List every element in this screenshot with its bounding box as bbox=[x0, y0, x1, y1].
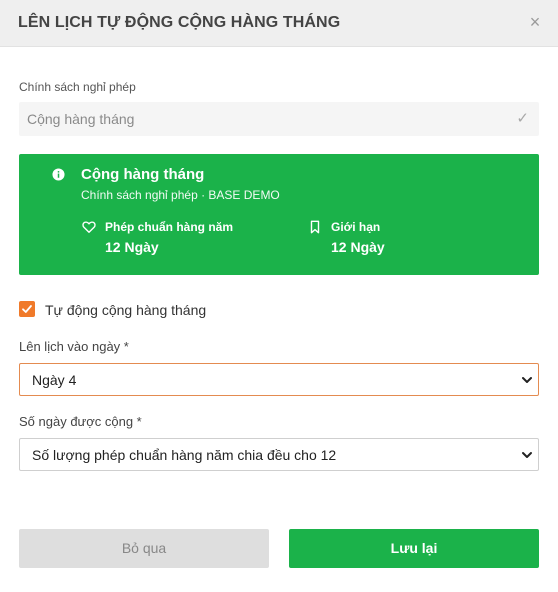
days-added-value: Số lượng phép chuẩn hàng năm chia đều ch… bbox=[32, 447, 337, 463]
dialog-header: LÊN LỊCH TỰ ĐỘNG CỘNG HÀNG THÁNG × bbox=[0, 0, 558, 47]
auto-add-checkbox[interactable] bbox=[19, 301, 35, 317]
chevron-down-icon bbox=[522, 377, 532, 383]
auto-add-label: Tự động cộng hàng tháng bbox=[45, 302, 207, 318]
days-added-select[interactable]: Số lượng phép chuẩn hàng năm chia đều ch… bbox=[19, 438, 539, 471]
policy-label: Chính sách nghỉ phép bbox=[19, 80, 136, 94]
close-icon[interactable]: × bbox=[526, 12, 544, 32]
bookmark-icon bbox=[310, 220, 320, 234]
checkmark-icon bbox=[22, 305, 32, 313]
schedule-day-select[interactable]: Ngày 4 bbox=[19, 363, 539, 396]
policy-value: Cộng hàng tháng bbox=[27, 111, 135, 127]
policy-field: Cộng hàng tháng ✓ bbox=[19, 102, 539, 136]
annual-standard-label: Phép chuẩn hàng năm bbox=[105, 220, 234, 234]
limit-value: 12 Ngày bbox=[331, 239, 385, 255]
schedule-day-label: Lên lịch vào ngày * bbox=[19, 339, 129, 354]
check-icon: ✓ bbox=[516, 110, 529, 127]
limit-label: Giới hạn bbox=[331, 220, 381, 234]
annual-standard-value: 12 Ngày bbox=[105, 239, 159, 255]
days-added-label: Số ngày được cộng * bbox=[19, 414, 142, 429]
chevron-down-icon bbox=[522, 452, 532, 458]
save-button[interactable]: Lưu lại bbox=[289, 529, 539, 568]
info-icon bbox=[52, 168, 65, 181]
heart-icon bbox=[82, 221, 96, 233]
card-subtitle: Chính sách nghỉ phép · BASE DEMO bbox=[81, 188, 280, 202]
dialog-title: LÊN LỊCH TỰ ĐỘNG CỘNG HÀNG THÁNG bbox=[18, 14, 341, 31]
policy-info-card: Cộng hàng tháng Chính sách nghỉ phép · B… bbox=[19, 154, 539, 275]
card-title: Cộng hàng tháng bbox=[81, 166, 205, 183]
schedule-day-value: Ngày 4 bbox=[32, 372, 77, 388]
cancel-button[interactable]: Bỏ qua bbox=[19, 529, 269, 568]
